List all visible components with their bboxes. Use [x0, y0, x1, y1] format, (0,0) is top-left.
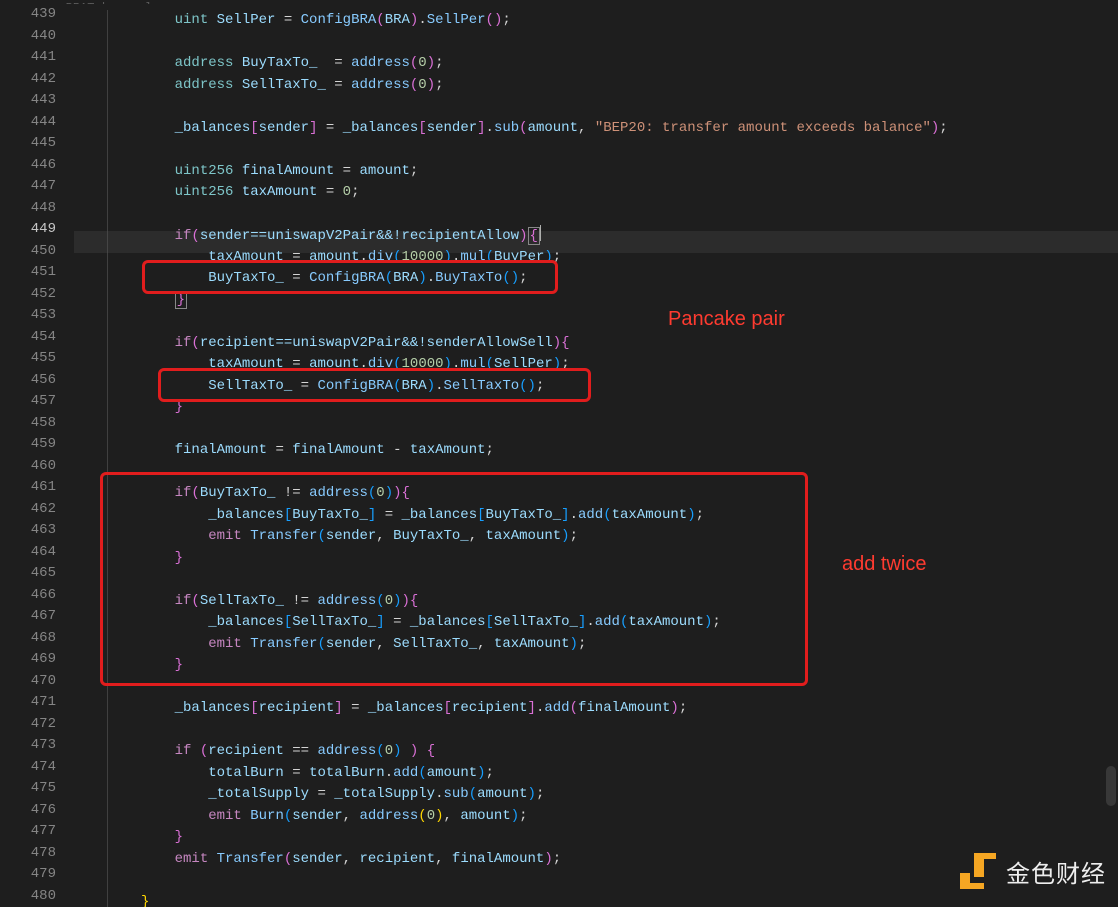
- line-number: 449: [0, 219, 56, 241]
- code-line[interactable]: [107, 32, 1118, 54]
- line-number: 443: [0, 90, 56, 112]
- line-number: 448: [0, 198, 56, 220]
- vertical-scrollbar[interactable]: [1104, 4, 1118, 907]
- line-number-gutter: 4394404414424434444454464474484494504514…: [0, 4, 74, 907]
- code-line[interactable]: totalBurn = totalBurn.add(amount);: [107, 763, 1118, 785]
- code-line[interactable]: address SellTaxTo_ = address(0);: [107, 75, 1118, 97]
- code-line[interactable]: if (recipient == address(0) ) {: [107, 741, 1118, 763]
- line-number: 460: [0, 456, 56, 478]
- code-line[interactable]: uint256 finalAmount = amount;: [107, 161, 1118, 183]
- line-number: 479: [0, 864, 56, 886]
- code-line[interactable]: [107, 139, 1118, 161]
- line-number: 455: [0, 348, 56, 370]
- line-number: 463: [0, 520, 56, 542]
- code-line[interactable]: }: [107, 655, 1118, 677]
- code-area[interactable]: uint SellPer = ConfigBRA(BRA).SellPer();…: [74, 4, 1118, 907]
- line-number: 465: [0, 563, 56, 585]
- code-line[interactable]: uint256 taxAmount = 0;: [107, 182, 1118, 204]
- line-number: 454: [0, 327, 56, 349]
- scrollbar-thumb[interactable]: [1106, 766, 1116, 806]
- line-number: 447: [0, 176, 56, 198]
- code-line[interactable]: }: [107, 290, 1118, 312]
- code-line[interactable]: taxAmount = amount.div(10000).mul(BuyPer…: [107, 247, 1118, 269]
- code-line[interactable]: _balances[sender] = _balances[sender].su…: [107, 118, 1118, 140]
- code-line[interactable]: [107, 311, 1118, 333]
- code-line[interactable]: _balances[recipient] = _balances[recipie…: [107, 698, 1118, 720]
- code-line[interactable]: finalAmount = finalAmount - taxAmount;: [107, 440, 1118, 462]
- line-number: 458: [0, 413, 56, 435]
- code-line[interactable]: if(BuyTaxTo_ != address(0)){: [107, 483, 1118, 505]
- line-number: 474: [0, 757, 56, 779]
- line-number: 450: [0, 241, 56, 263]
- code-line[interactable]: }: [107, 548, 1118, 570]
- line-number: 444: [0, 112, 56, 134]
- line-number: 451: [0, 262, 56, 284]
- line-number: 464: [0, 542, 56, 564]
- line-number: 462: [0, 499, 56, 521]
- watermark-text: 金色财经: [1006, 854, 1106, 889]
- code-line[interactable]: emit Transfer(sender, SellTaxTo_, taxAmo…: [107, 634, 1118, 656]
- line-number: 470: [0, 671, 56, 693]
- line-number: 475: [0, 778, 56, 800]
- code-editor[interactable]: 4394404414424434444454464474484494504514…: [0, 4, 1118, 907]
- code-line[interactable]: [107, 419, 1118, 441]
- code-line[interactable]: [107, 720, 1118, 742]
- text-cursor: [540, 225, 541, 241]
- code-line[interactable]: emit Transfer(sender, BuyTaxTo_, taxAmou…: [107, 526, 1118, 548]
- code-line[interactable]: [107, 569, 1118, 591]
- line-number: 452: [0, 284, 56, 306]
- code-line[interactable]: SellTaxTo_ = ConfigBRA(BRA).SellTaxTo();: [107, 376, 1118, 398]
- line-number: 442: [0, 69, 56, 91]
- code-line[interactable]: taxAmount = amount.div(10000).mul(SellPe…: [107, 354, 1118, 376]
- code-line[interactable]: if(SellTaxTo_ != address(0)){: [107, 591, 1118, 613]
- line-number: 476: [0, 800, 56, 822]
- line-number: 459: [0, 434, 56, 456]
- logo-icon: [960, 853, 996, 889]
- line-number: 468: [0, 628, 56, 650]
- code-line[interactable]: BuyTaxTo_ = ConfigBRA(BRA).BuyTaxTo();: [107, 268, 1118, 290]
- line-number: 457: [0, 391, 56, 413]
- line-number: 471: [0, 692, 56, 714]
- line-number: 478: [0, 843, 56, 865]
- line-number: 480: [0, 886, 56, 907]
- code-line[interactable]: if(recipient==uniswapV2Pair&&!senderAllo…: [107, 333, 1118, 355]
- line-number: 440: [0, 26, 56, 48]
- line-number: 466: [0, 585, 56, 607]
- code-line[interactable]: [107, 204, 1118, 226]
- code-line[interactable]: address BuyTaxTo_ = address(0);: [107, 53, 1118, 75]
- code-line[interactable]: _balances[SellTaxTo_] = _balances[SellTa…: [107, 612, 1118, 634]
- line-number: 461: [0, 477, 56, 499]
- line-number: 456: [0, 370, 56, 392]
- code-line[interactable]: uint SellPer = ConfigBRA(BRA).SellPer();: [107, 10, 1118, 32]
- code-line[interactable]: _balances[BuyTaxTo_] = _balances[BuyTaxT…: [107, 505, 1118, 527]
- code-line[interactable]: _totalSupply = _totalSupply.sub(amount);: [107, 784, 1118, 806]
- line-number: 469: [0, 649, 56, 671]
- code-line[interactable]: [107, 677, 1118, 699]
- code-line[interactable]: }: [107, 892, 1118, 907]
- line-number: 445: [0, 133, 56, 155]
- code-line[interactable]: }: [107, 397, 1118, 419]
- code-line[interactable]: if(sender==uniswapV2Pair&&!recipientAllo…: [107, 225, 1118, 247]
- line-number: 446: [0, 155, 56, 177]
- code-line[interactable]: }: [107, 827, 1118, 849]
- line-number: 453: [0, 305, 56, 327]
- code-line[interactable]: [107, 462, 1118, 484]
- line-number: 439: [0, 4, 56, 26]
- line-number: 473: [0, 735, 56, 757]
- line-number: 472: [0, 714, 56, 736]
- watermark-logo: 金色财经: [960, 853, 1106, 889]
- code-line[interactable]: emit Burn(sender, address(0), amount);: [107, 806, 1118, 828]
- line-number: 467: [0, 606, 56, 628]
- line-number: 477: [0, 821, 56, 843]
- code-line[interactable]: [107, 96, 1118, 118]
- line-number: 441: [0, 47, 56, 69]
